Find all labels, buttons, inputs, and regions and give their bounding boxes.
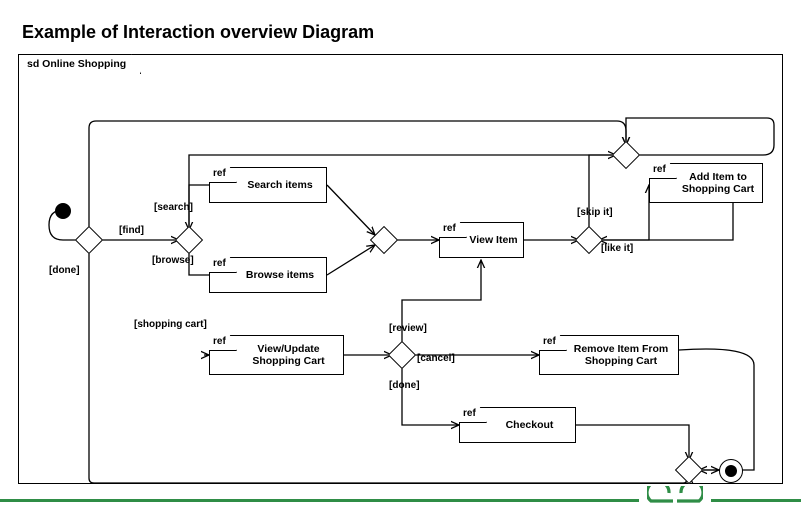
- guard-done2: [done]: [389, 380, 420, 391]
- node-label: Browse items: [246, 269, 314, 281]
- edge-layer: [19, 55, 784, 485]
- ref-tab: ref: [539, 335, 567, 351]
- diagram-canvas: Example of Interaction overview Diagram …: [0, 0, 801, 532]
- decision-cart: [388, 341, 416, 369]
- node-remove-item: ref Remove Item From Shopping Cart: [539, 335, 679, 375]
- ref-tab: ref: [439, 222, 467, 238]
- geeksforgeeks-logo-icon: [639, 486, 711, 516]
- node-checkout: ref Checkout: [459, 407, 576, 443]
- diagram-frame: sd Online Shopping [done] [find] [search…: [18, 54, 783, 484]
- node-label: View/Update Shopping Cart: [238, 343, 339, 367]
- guard-find: [find]: [119, 225, 144, 236]
- guard-shopping-cart: [shopping cart]: [134, 319, 207, 330]
- guard-like-it: [like it]: [601, 243, 633, 254]
- guard-search: [search]: [154, 202, 193, 213]
- node-label: Search items: [247, 179, 312, 191]
- ref-tab: ref: [209, 257, 237, 273]
- merge-view-item: [370, 226, 398, 254]
- ref-tab: ref: [649, 163, 677, 179]
- node-add-to-cart: ref Add Item to Shopping Cart: [649, 163, 763, 203]
- node-search-items: ref Search items: [209, 167, 327, 203]
- node-label: View Item: [469, 234, 517, 246]
- guard-done: [done]: [49, 265, 80, 276]
- merge-top: [612, 141, 640, 169]
- guard-cancel: [cancel]: [417, 353, 455, 364]
- final-node: [719, 459, 743, 483]
- node-label: Remove Item From Shopping Cart: [568, 343, 674, 367]
- frame-label: sd Online Shopping: [18, 54, 141, 74]
- initial-node: [55, 203, 71, 219]
- guard-browse: [browse]: [152, 255, 194, 266]
- ref-tab: ref: [209, 167, 237, 183]
- diagram-title: Example of Interaction overview Diagram: [22, 22, 374, 43]
- merge-final: [675, 456, 703, 484]
- node-label: Add Item to Shopping Cart: [678, 171, 758, 195]
- guard-skip-it: [skip it]: [577, 207, 613, 218]
- node-label: Checkout: [506, 419, 554, 431]
- node-view-update-cart: ref View/Update Shopping Cart: [209, 335, 344, 375]
- guard-review: [review]: [389, 323, 427, 334]
- ref-tab: ref: [209, 335, 237, 351]
- decision-done: [75, 226, 103, 254]
- ref-tab: ref: [459, 407, 487, 423]
- decision-skip-like: [575, 226, 603, 254]
- node-browse-items: ref Browse items: [209, 257, 327, 293]
- decision-search-browse: [175, 226, 203, 254]
- node-view-item: ref View Item: [439, 222, 524, 258]
